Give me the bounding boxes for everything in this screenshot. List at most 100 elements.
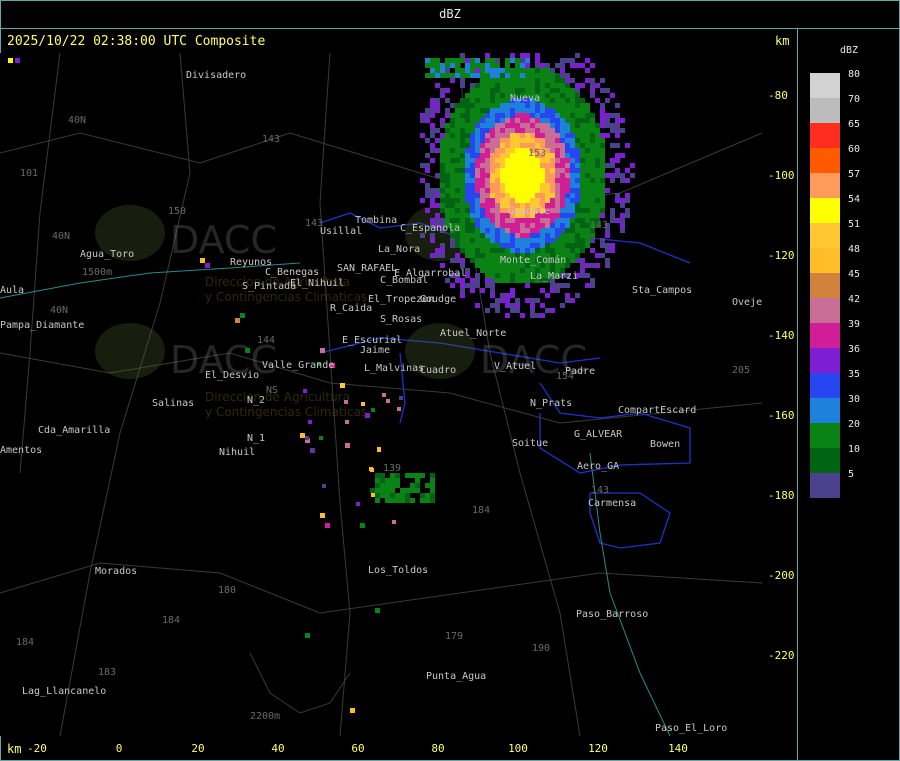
echo-pixel [460, 58, 465, 63]
echo-pixel [530, 113, 535, 118]
echo-pixel [500, 83, 505, 88]
echo-pixel [545, 108, 550, 113]
echo-pixel [555, 288, 560, 293]
echo-pixel [540, 123, 545, 128]
echo-pixel [460, 228, 465, 233]
echo-pixel [480, 78, 485, 83]
echo-pixel [430, 488, 435, 493]
place-label: V_Atuel [494, 361, 536, 372]
echo-pixel [590, 178, 595, 183]
echo-pixel [495, 83, 500, 88]
place-label: Cda_Amarilla [38, 425, 110, 436]
echo-pixel [460, 78, 465, 83]
echo-pixel [455, 108, 460, 113]
echo-pixel [485, 163, 490, 168]
grid-label: 101 [20, 168, 38, 179]
echo-pixel [495, 173, 500, 178]
echo-pixel [535, 218, 540, 223]
echo-pixel [560, 203, 565, 208]
echo-pixel [600, 198, 605, 203]
echo-pixel [450, 118, 455, 123]
echo-pixel [480, 228, 485, 233]
echo-pixel [485, 133, 490, 138]
echo-pixel [525, 233, 530, 238]
echo-pixel [475, 263, 480, 268]
echo-pixel [575, 293, 580, 298]
legend-value: 39 [848, 319, 861, 330]
echo-pixel [570, 143, 575, 148]
echo-pixel [465, 58, 470, 63]
echo-pixel [545, 173, 550, 178]
echo-pixel [525, 178, 530, 183]
echo-pixel [500, 238, 505, 243]
echo-pixel [465, 93, 470, 98]
place-label: S_Rosas [380, 314, 422, 325]
echo-pixel [515, 118, 520, 123]
echo-pixel [550, 88, 555, 93]
echo-pixel [585, 173, 590, 178]
echo-pixel [490, 168, 495, 173]
echo-pixel [495, 223, 500, 228]
place-label: Goudge [420, 294, 456, 305]
echo-pixel [570, 63, 575, 68]
echo-pixel [620, 218, 625, 223]
echo-pixel [605, 258, 610, 263]
echo-pixel [590, 123, 595, 128]
echo-pixel [480, 233, 485, 238]
echo-pixel [545, 123, 550, 128]
echo-pixel [520, 53, 525, 58]
echo-pixel [425, 208, 430, 213]
echo-pixel [520, 278, 525, 283]
echo-pixel [515, 233, 520, 238]
legend-swatch [810, 273, 840, 298]
echo-pixel [565, 233, 570, 238]
radar-map[interactable]: DACC Direccion de Agricultura y Continge… [0, 53, 763, 736]
echo-pixel [400, 493, 405, 498]
echo-pixel [500, 203, 505, 208]
echo-pixel [455, 138, 460, 143]
echo-pixel [605, 118, 610, 123]
echo-pixel [505, 113, 510, 118]
echo-pixel [545, 198, 550, 203]
echo-pixel [505, 118, 510, 123]
echo-pixel [515, 178, 520, 183]
echo-pixel [495, 303, 500, 308]
echo-pixel [510, 143, 515, 148]
echo-pixel [515, 198, 520, 203]
echo-pixel [580, 108, 585, 113]
echo-pixel [450, 203, 455, 208]
echo-pixel [455, 178, 460, 183]
echo-pixel [460, 188, 465, 193]
echo-pixel [480, 243, 485, 248]
echo-pixel [495, 63, 500, 68]
echo-pixel [515, 113, 520, 118]
echo-pixel [460, 293, 465, 298]
echo-pixel [505, 133, 510, 138]
echo-pixel [510, 118, 515, 123]
echo-pixel [590, 128, 595, 133]
echo-pixel [450, 188, 455, 193]
echo-pixel [550, 223, 555, 228]
echo-pixel [485, 243, 490, 248]
echo-pixel [560, 108, 565, 113]
echo-pixel [575, 178, 580, 183]
echo-pixel [480, 203, 485, 208]
echo-pixel [580, 63, 585, 68]
echo-pixel [545, 113, 550, 118]
y-tick-label: -100 [768, 169, 795, 182]
echo-pixel [550, 288, 555, 293]
echo-pixel [560, 218, 565, 223]
echo-pixel [580, 133, 585, 138]
echo-pixel [235, 318, 240, 323]
echo-pixel [575, 198, 580, 203]
echo-pixel [465, 123, 470, 128]
echo-pixel [600, 148, 605, 153]
echo-pixel [500, 118, 505, 123]
place-label: Valle_Grande [262, 360, 334, 371]
echo-pixel [465, 168, 470, 173]
echo-pixel [510, 233, 515, 238]
echo-pixel [590, 148, 595, 153]
echo-pixel [465, 218, 470, 223]
echo-pixel [505, 268, 510, 273]
echo-pixel [425, 113, 430, 118]
